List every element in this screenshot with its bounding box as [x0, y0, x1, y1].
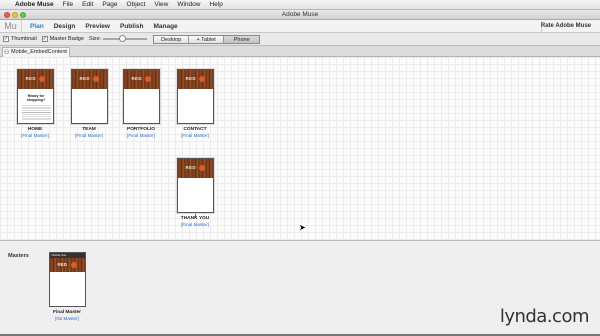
- size-label: Size:: [88, 36, 102, 42]
- tab-plan[interactable]: Plan: [30, 23, 44, 30]
- header-image: RED: [177, 159, 213, 178]
- close-window-button[interactable]: [4, 12, 10, 18]
- layout-desktop-button[interactable]: Desktop: [154, 35, 190, 43]
- close-tab-icon[interactable]: ×: [64, 48, 67, 57]
- master-name[interactable]: Final Master: [37, 310, 97, 315]
- site-plan-area[interactable]: RED Ready for shopping? HOME [Final Mast…: [0, 57, 600, 240]
- page-master-link[interactable]: [Final Master]: [59, 133, 119, 138]
- page-preview[interactable]: RED: [176, 69, 214, 124]
- header-image: RED: [123, 70, 159, 89]
- page-master-link[interactable]: [Final Master]: [5, 133, 65, 138]
- page-master-link[interactable]: [Final Master]: [165, 222, 225, 227]
- page-name[interactable]: TEAM: [59, 127, 119, 132]
- menu-help[interactable]: Help: [209, 1, 222, 8]
- masters-label: Masters: [8, 253, 29, 259]
- tab-preview[interactable]: Preview: [85, 23, 110, 30]
- page-master-link[interactable]: [Final Master]: [111, 133, 171, 138]
- menu-file[interactable]: File: [63, 1, 73, 8]
- page-preview[interactable]: RED: [122, 69, 160, 124]
- tab-publish[interactable]: Publish: [120, 23, 143, 30]
- logo-dot-icon: [92, 76, 99, 82]
- window-title: Adobe Muse: [281, 11, 319, 18]
- page-name[interactable]: CONTACT: [165, 127, 225, 132]
- rate-adobe-muse-link[interactable]: Rate Adobe Muse: [541, 23, 591, 29]
- document-tab[interactable]: ⚇ Mobile_EmbedContent ×: [2, 47, 70, 57]
- page-master-link[interactable]: [Final Master]: [165, 133, 225, 138]
- layout-phone-button[interactable]: Phone: [224, 35, 260, 43]
- header-image: RED: [49, 258, 85, 272]
- layout-segmented-control: Desktop + Tablet Phone: [153, 34, 261, 44]
- slider-knob[interactable]: [119, 35, 127, 42]
- window-titlebar: Adobe Muse: [0, 10, 600, 20]
- page-name[interactable]: HOME: [5, 127, 65, 132]
- header-image: RED: [71, 70, 107, 89]
- lynda-watermark: lynda.com: [499, 306, 590, 327]
- page-name[interactable]: PORTFOLIO: [111, 127, 171, 132]
- document-tab-bar: ⚇ Mobile_EmbedContent ×: [0, 46, 600, 57]
- header-image: RED: [177, 70, 213, 89]
- page-preview[interactable]: RED: [70, 69, 108, 124]
- page-thumbnail-portfolio[interactable]: RED PORTFOLIO [Final Master]: [111, 69, 171, 138]
- page-thumbnail-home[interactable]: RED Ready for shopping? HOME [Final Mast…: [5, 69, 65, 138]
- minimize-window-button[interactable]: [12, 12, 18, 18]
- plan-options-bar: ✓ Thumbnail ✓ Master Badge Size: Desktop…: [0, 33, 600, 46]
- page-thumbnail-team[interactable]: RED TEAM [Final Master]: [59, 69, 119, 138]
- menu-page[interactable]: Page: [102, 1, 117, 8]
- menu-window[interactable]: Window: [177, 1, 200, 8]
- master-preview[interactable]: Mobile Nav RED: [48, 252, 86, 307]
- zoom-window-button[interactable]: [20, 12, 26, 18]
- master-badge-label: Master Badge: [49, 36, 84, 42]
- logo-dot-icon: [198, 165, 205, 171]
- tab-manage[interactable]: Manage: [153, 23, 177, 30]
- menu-view[interactable]: View: [154, 1, 168, 8]
- menu-edit[interactable]: Edit: [82, 1, 93, 8]
- page-preview[interactable]: RED Ready for shopping?: [16, 69, 54, 124]
- page-thumbnail-contact[interactable]: RED CONTACT [Final Master]: [165, 69, 225, 138]
- page-name[interactable]: THANK YOU: [165, 216, 225, 221]
- thumbnail-size-slider[interactable]: [103, 35, 148, 42]
- layout-tablet-button[interactable]: + Tablet: [189, 35, 225, 43]
- logo-dot-icon: [70, 262, 77, 268]
- thumbnail-checkbox[interactable]: ✓: [3, 36, 9, 42]
- tab-design[interactable]: Design: [54, 23, 76, 30]
- header-image: RED: [17, 70, 53, 89]
- master-thumbnail-final-master[interactable]: Mobile Nav RED Final Master [No Master]: [37, 252, 97, 321]
- mouse-cursor-icon: ➤: [299, 223, 306, 232]
- menubar: Adobe Muse File Edit Page Object View Wi…: [0, 0, 600, 10]
- page-heading: Ready for shopping?: [26, 94, 46, 103]
- logo-dot-icon: [144, 76, 151, 82]
- menu-app-name[interactable]: Adobe Muse: [15, 1, 54, 8]
- logo-dot-icon: [198, 76, 205, 82]
- page-thumbnail-thank-you[interactable]: RED THANK YOU [Final Master]: [165, 158, 225, 227]
- logo-dot-icon: [38, 76, 45, 82]
- master-parent-link[interactable]: [No Master]: [37, 316, 97, 321]
- muse-logo: Mu: [0, 19, 22, 33]
- document-tab-label: Mobile_EmbedContent: [11, 49, 67, 55]
- mode-nav: Mu Plan Design Preview Publish Manage Ra…: [0, 19, 600, 33]
- page-preview[interactable]: RED: [176, 158, 214, 213]
- master-badge-checkbox[interactable]: ✓: [41, 36, 48, 42]
- thumbnail-label: Thumbnail: [11, 36, 37, 42]
- menu-object[interactable]: Object: [127, 1, 146, 8]
- text-lines: [21, 104, 51, 121]
